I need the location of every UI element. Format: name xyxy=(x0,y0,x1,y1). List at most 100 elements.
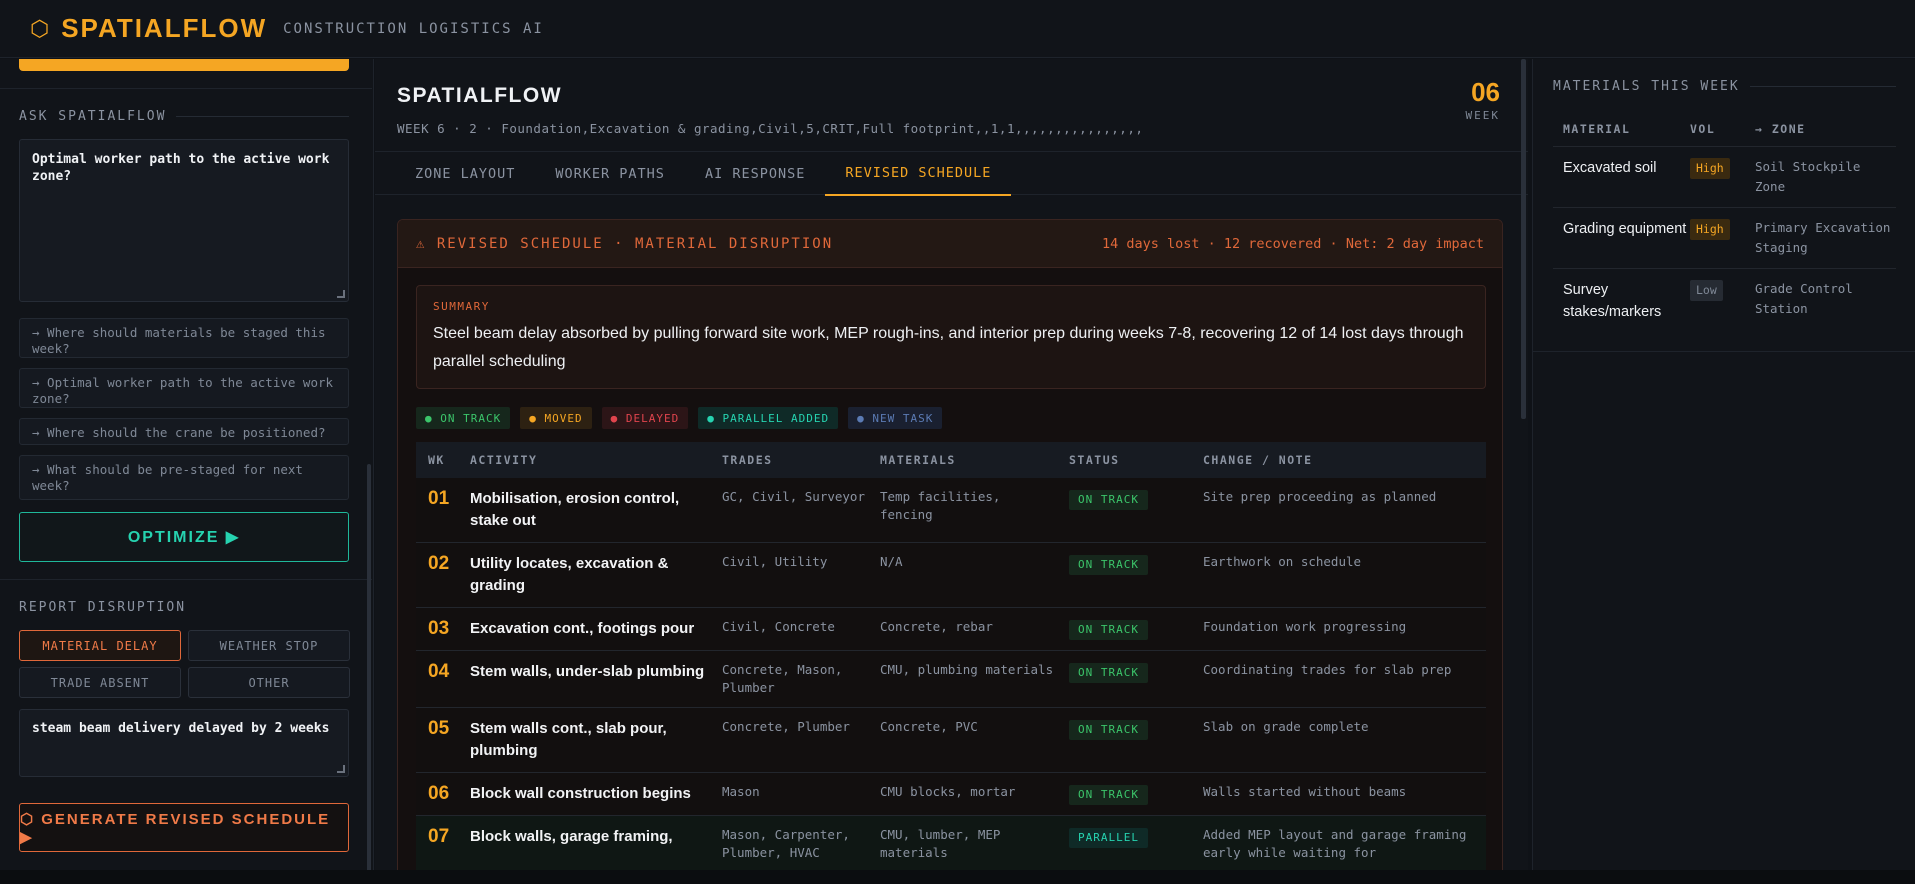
activity-cell: Block wall construction begins xyxy=(470,785,691,802)
col-header: → ZONE xyxy=(1755,121,1806,136)
col-header: MATERIAL xyxy=(1563,121,1631,136)
activity-cell: Excavation cont., footings pour xyxy=(470,620,695,637)
disruption-input-value: steam beam delivery delayed by 2 weeks xyxy=(32,721,330,736)
suggestion-item[interactable]: → What should be pre-staged for next wee… xyxy=(19,455,349,500)
materials-cell: CMU blocks, mortar xyxy=(880,784,1016,799)
legend-moved: ● MOVED xyxy=(520,407,592,429)
other-button[interactable]: OTHER xyxy=(188,667,350,698)
material-cell: Survey stakes/markers xyxy=(1563,282,1662,320)
zone-cell: Primary Excavation Staging xyxy=(1755,220,1891,255)
materials-cell: Temp facilities, fencing xyxy=(880,489,1001,522)
left-scrollbar[interactable] xyxy=(367,464,371,874)
schedule-table: WK ACTIVITY TRADES MATERIALS STATUS CHAN… xyxy=(416,442,1486,873)
table-row: 02 Utility locates, excavation & grading… xyxy=(416,543,1486,608)
week-cell: 03 xyxy=(428,618,450,639)
trades-cell: Concrete, Plumber xyxy=(722,719,850,734)
status-legend: ● ON TRACK ● MOVED ● DELAYED ● PARALLEL … xyxy=(416,407,943,429)
suggestion-item[interactable]: → Optimal worker path to the active work… xyxy=(19,368,349,408)
week-cell: 04 xyxy=(428,661,450,682)
activity-cell: Block walls, garage framing, xyxy=(470,828,673,845)
summary-box: SUMMARY Steel beam delay absorbed by pul… xyxy=(416,285,1486,389)
primary-action-button[interactable] xyxy=(19,59,349,71)
materials-row: Grading equipment High Primary Excavatio… xyxy=(1553,208,1896,269)
disruption-input[interactable]: steam beam delivery delayed by 2 weeks xyxy=(19,709,349,777)
table-row: 03 Excavation cont., footings pour Civil… xyxy=(416,608,1486,651)
divider xyxy=(0,579,372,580)
left-panel: ASK SPATIALFLOW Optimal worker path to t… xyxy=(0,59,374,884)
materials-table: MATERIAL VOL → ZONE Excavated soil High … xyxy=(1553,111,1896,333)
tab-worker-paths[interactable]: WORKER PATHS xyxy=(535,152,685,196)
optimize-button[interactable]: OPTIMIZE ▶ xyxy=(19,512,349,562)
status-badge: ON TRACK xyxy=(1069,620,1148,640)
col-header: VOL xyxy=(1690,121,1716,136)
trades-cell: Concrete, Mason, Plumber xyxy=(722,662,843,695)
ask-section-label: ASK SPATIALFLOW xyxy=(19,109,349,124)
week-cell: 07 xyxy=(428,826,450,847)
week-cell: 01 xyxy=(428,488,450,509)
divider xyxy=(1533,351,1915,352)
col-header: ACTIVITY xyxy=(470,453,538,467)
disruption-header: ⚠ REVISED SCHEDULE · MATERIAL DISRUPTION… xyxy=(398,220,1502,268)
ask-input[interactable]: Optimal worker path to the active work z… xyxy=(19,139,349,302)
col-header: CHANGE / NOTE xyxy=(1203,453,1313,467)
note-cell: Walls started without beams xyxy=(1203,784,1407,799)
trades-cell: Civil, Utility xyxy=(722,554,828,569)
legend-parallel-added: ● PARALLEL ADDED xyxy=(698,407,839,429)
materials-row: Excavated soil High Soil Stockpile Zone xyxy=(1553,147,1896,208)
suggestion-item[interactable]: → Where should materials be staged this … xyxy=(19,318,349,358)
volume-badge: Low xyxy=(1690,280,1723,301)
materials-label-text: MATERIALS THIS WEEK xyxy=(1553,79,1740,94)
materials-cell: CMU, lumber, MEP materials xyxy=(880,827,1001,860)
note-cell: Earthwork on schedule xyxy=(1203,554,1362,569)
trades-cell: Civil, Concrete xyxy=(722,619,835,634)
volume-badge: High xyxy=(1690,219,1730,240)
status-badge: ON TRACK xyxy=(1069,555,1148,575)
tab-ai-response[interactable]: AI RESPONSE xyxy=(685,152,825,196)
table-row: 04 Stem walls, under-slab plumbing Concr… xyxy=(416,651,1486,708)
week-cell: 06 xyxy=(428,783,450,804)
note-cell: Site prep proceeding as planned xyxy=(1203,489,1437,504)
material-cell: Grading equipment xyxy=(1563,221,1687,237)
zone-cell: Soil Stockpile Zone xyxy=(1755,159,1861,194)
status-badge: ON TRACK xyxy=(1069,490,1148,510)
right-panel: MATERIALS THIS WEEK MATERIAL VOL → ZONE … xyxy=(1532,59,1915,884)
material-delay-button[interactable]: MATERIAL DELAY xyxy=(19,630,181,661)
activity-cell: Mobilisation, erosion control, stake out xyxy=(470,490,680,529)
week-cell: 05 xyxy=(428,718,450,739)
table-row: 05 Stem walls cont., slab pour, plumbing… xyxy=(416,708,1486,773)
status-badge: ON TRACK xyxy=(1069,785,1148,805)
week-label: WEEK xyxy=(1465,109,1500,122)
suggestion-item[interactable]: → Where should the crane be positioned? xyxy=(19,418,349,445)
center-scrollbar[interactable] xyxy=(1521,59,1526,419)
weather-stop-button[interactable]: WEATHER STOP xyxy=(188,630,350,661)
table-row: 01 Mobilisation, erosion control, stake … xyxy=(416,478,1486,543)
status-badge: PARALLEL xyxy=(1069,828,1148,848)
col-header: TRADES xyxy=(722,453,773,467)
page-subtitle: WEEK 6 · 2 · Foundation,Excavation & gra… xyxy=(397,121,1144,136)
bottom-strip xyxy=(0,870,1915,884)
generate-revised-schedule-button[interactable]: ⬡ GENERATE REVISED SCHEDULE ▶ xyxy=(19,803,349,852)
materials-table-header: MATERIAL VOL → ZONE xyxy=(1553,111,1896,147)
legend-on-track: ● ON TRACK xyxy=(416,407,511,429)
report-label-text: REPORT DISRUPTION xyxy=(19,600,187,615)
disruption-card: ⚠ REVISED SCHEDULE · MATERIAL DISRUPTION… xyxy=(397,219,1503,884)
resize-handle-icon[interactable] xyxy=(337,765,345,773)
ask-label-text: ASK SPATIALFLOW xyxy=(19,109,167,124)
activity-cell: Stem walls cont., slab pour, plumbing xyxy=(470,720,667,759)
trade-absent-button[interactable]: TRADE ABSENT xyxy=(19,667,181,698)
status-badge: ON TRACK xyxy=(1069,720,1148,740)
resize-handle-icon[interactable] xyxy=(337,290,345,298)
table-header: WK ACTIVITY TRADES MATERIALS STATUS CHAN… xyxy=(416,442,1486,478)
summary-text: Steel beam delay absorbed by pulling for… xyxy=(433,325,1464,370)
activity-cell: Utility locates, excavation & grading xyxy=(470,555,669,594)
table-row: 06 Block wall construction begins Mason … xyxy=(416,773,1486,816)
hexagon-logo-icon: ⬡ xyxy=(30,15,50,41)
note-cell: Coordinating trades for slab prep xyxy=(1203,662,1452,677)
tab-zone-layout[interactable]: ZONE LAYOUT xyxy=(395,152,535,196)
materials-cell: Concrete, rebar xyxy=(880,619,993,634)
tab-revised-schedule[interactable]: REVISED SCHEDULE xyxy=(825,152,1012,196)
app-subtitle: CONSTRUCTION LOGISTICS AI xyxy=(283,20,544,37)
page-title: SPATIALFLOW xyxy=(397,84,563,107)
trades-cell: GC, Civil, Surveyor xyxy=(722,489,865,504)
trades-cell: Mason xyxy=(722,784,760,799)
